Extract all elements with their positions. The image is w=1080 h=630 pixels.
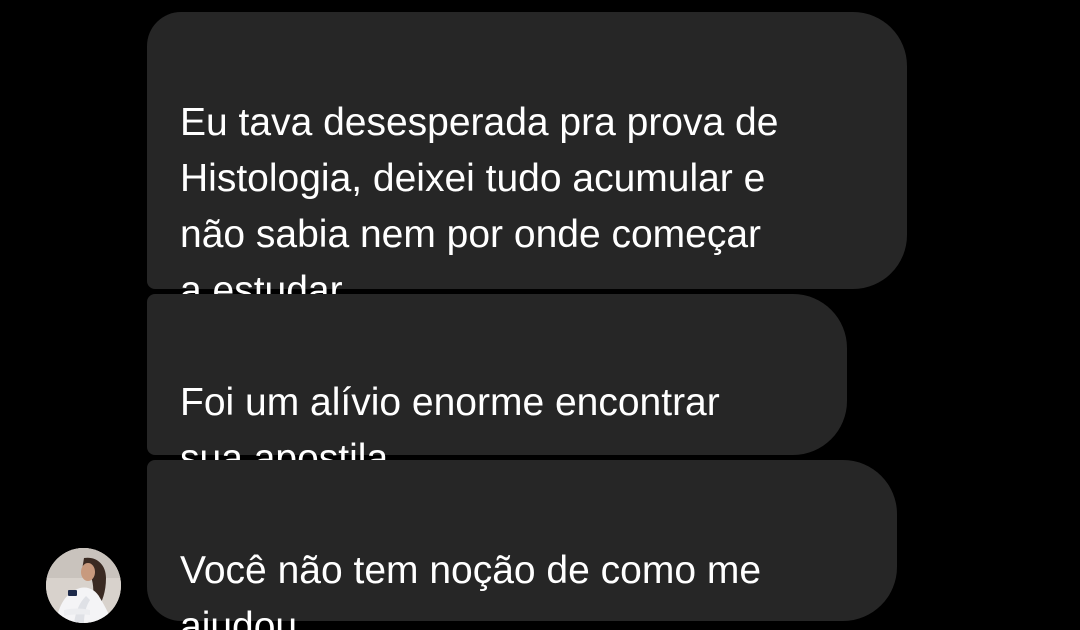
sender-avatar[interactable] [46, 548, 121, 623]
message-text: Eu tava desesperada pra prova de Histolo… [180, 101, 779, 312]
message-bubble[interactable]: Foi um alívio enorme encontrar sua apost… [147, 294, 847, 480]
avatar-photo-icon [46, 548, 121, 623]
message-bubble[interactable]: Eu tava desesperada pra prova de Histolo… [147, 12, 907, 312]
message-thread: Eu tava desesperada pra prova de Histolo… [0, 0, 1080, 630]
message-bubble[interactable]: Você não tem noção de como me ajudou [147, 460, 897, 630]
message-text: Você não tem noção de como me ajudou [180, 549, 762, 630]
